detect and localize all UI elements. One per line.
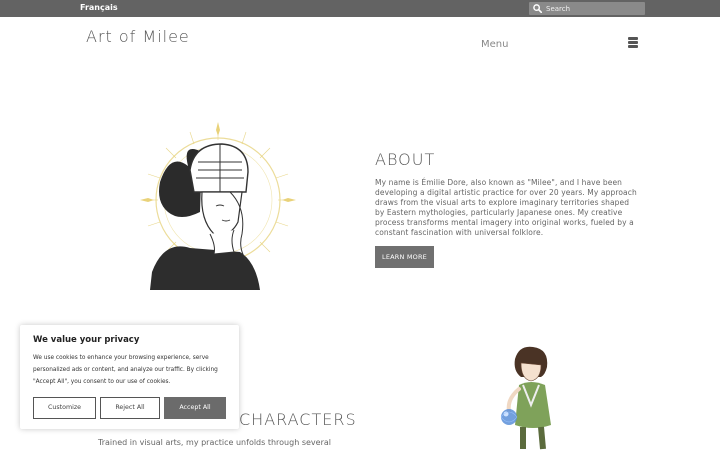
cookie-description: We use cookies to enhance your browsing …: [33, 355, 218, 385]
about-paragraph: My name is Émilie Dore, also known as "M…: [375, 178, 637, 237]
search-icon: [533, 4, 542, 13]
top-bar: Français: [0, 0, 720, 17]
language-link[interactable]: Français: [80, 3, 118, 12]
learn-more-button[interactable]: LEARN MORE: [375, 246, 434, 268]
about-heading: ABOUT: [375, 150, 436, 169]
accept-all-button[interactable]: Accept All: [164, 397, 226, 419]
menu-label[interactable]: Menu: [481, 39, 508, 50]
search-input[interactable]: [546, 2, 642, 15]
site-title[interactable]: Art of Milee: [86, 27, 190, 46]
reject-all-button[interactable]: Reject All: [100, 397, 160, 419]
cookie-title: We value your privacy: [33, 335, 140, 345]
characters-paragraph: Trained in visual arts, my practice unfo…: [98, 438, 331, 450]
search-box[interactable]: [529, 2, 645, 15]
hamburger-menu-icon[interactable]: [628, 37, 638, 48]
character-illustration: [500, 346, 551, 450]
about-illustration: [140, 122, 296, 290]
cookie-consent-popup: We value your privacy We use cookies to …: [20, 325, 239, 429]
characters-heading: CHARACTERS: [239, 410, 357, 429]
customize-button[interactable]: Customize: [33, 397, 96, 419]
